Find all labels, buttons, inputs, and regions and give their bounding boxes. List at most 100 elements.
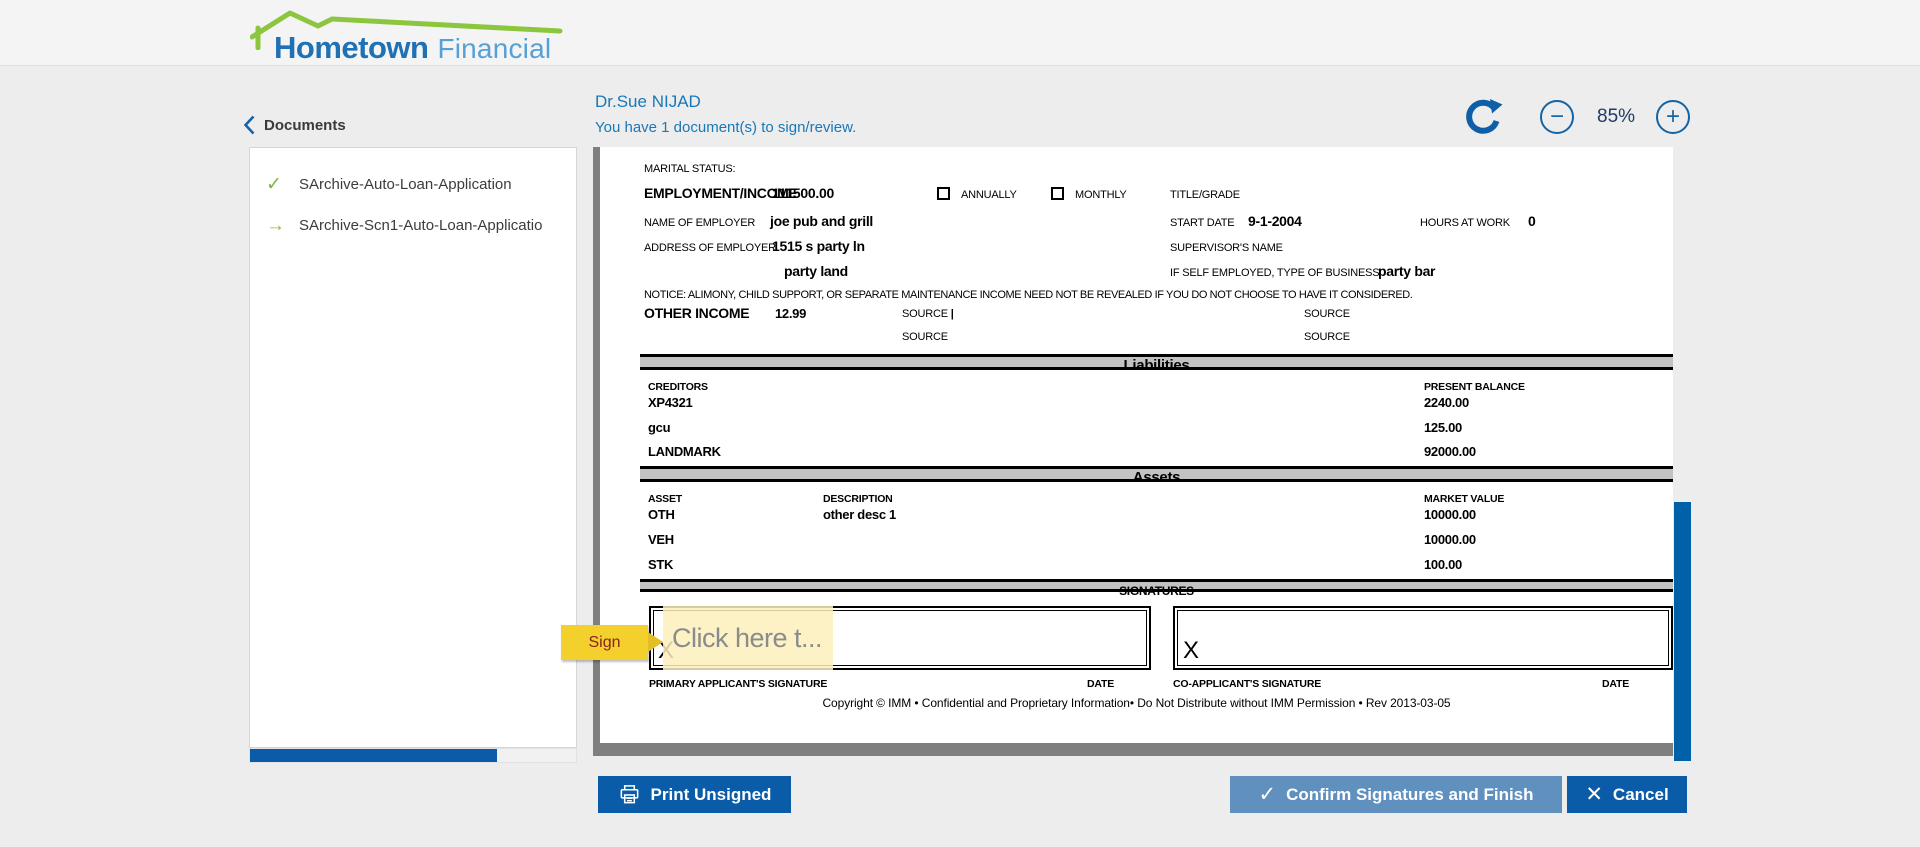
refresh-button[interactable] xyxy=(1462,96,1504,138)
sign-tab-label: Sign xyxy=(588,634,620,652)
zoom-out-button[interactable]: − xyxy=(1540,100,1574,134)
check-icon: ✓ xyxy=(266,173,286,196)
present-balance-header: PRESENT BALANCE xyxy=(1424,381,1525,393)
employer-address-label: ADDRESS OF EMPLOYER xyxy=(644,242,776,254)
self-employed-value: party bar xyxy=(1378,263,1435,279)
chevron-left-icon xyxy=(244,115,255,135)
liability-row-creditor: XP4321 xyxy=(648,395,692,410)
signatures-section-bar: SIGNATURES xyxy=(640,579,1673,592)
co-applicant-signature-box-inner xyxy=(1177,610,1669,666)
signature-placeholder: Click here t... xyxy=(672,623,822,654)
liability-row-creditor: gcu xyxy=(648,420,670,435)
sidebar-scrollbar-thumb[interactable] xyxy=(250,749,497,762)
date-label-1: DATE xyxy=(1087,678,1114,690)
hours-at-work-value: 0 xyxy=(1528,213,1536,229)
asset-row-code: STK xyxy=(648,557,673,572)
date-label-2: DATE xyxy=(1602,678,1629,690)
liability-row-balance: 125.00 xyxy=(1424,420,1462,435)
other-income-value: 12.99 xyxy=(775,306,806,321)
sidebar-scrollbar-track[interactable] xyxy=(249,748,577,763)
monthly-label: MONTHLY xyxy=(1075,189,1127,201)
document-left-border xyxy=(593,147,600,756)
other-income-label: OTHER INCOME xyxy=(644,305,749,321)
asset-row-value: 10000.00 xyxy=(1424,507,1476,522)
sign-review-message: You have 1 document(s) to sign/review. xyxy=(595,119,856,136)
supervisor-label: SUPERVISOR'S NAME xyxy=(1170,242,1283,254)
zoom-level: 85% xyxy=(1597,106,1635,128)
zoom-in-button[interactable]: + xyxy=(1656,100,1690,134)
document-scrollbar-thumb[interactable] xyxy=(1674,502,1691,761)
liability-row-creditor: LANDMARK xyxy=(648,444,721,459)
co-applicant-signature-label: CO-APPLICANT'S SIGNATURE xyxy=(1173,678,1321,690)
market-value-header: MARKET VALUE xyxy=(1424,493,1504,505)
asset-row-value: 100.00 xyxy=(1424,557,1462,572)
employment-income-value: 111500.00 xyxy=(772,185,834,201)
confirm-signatures-label: Confirm Signatures and Finish xyxy=(1286,785,1533,805)
employer-address-line2: party land xyxy=(784,263,848,279)
signature-field[interactable]: Click here t... xyxy=(663,606,833,670)
top-bar: Hometown Financial xyxy=(0,0,1920,66)
print-unsigned-label: Print Unsigned xyxy=(651,785,772,805)
description-header: DESCRIPTION xyxy=(823,493,893,505)
signatures-title: SIGNATURES xyxy=(1119,584,1194,598)
printer-icon xyxy=(618,783,641,806)
documents-title: Documents xyxy=(264,117,346,134)
cancel-label: Cancel xyxy=(1613,785,1669,805)
user-name: Dr.Sue NIJAD xyxy=(595,92,701,112)
start-date-label: START DATE xyxy=(1170,217,1234,229)
minus-icon: − xyxy=(1550,105,1564,129)
document-item-label: SArchive-Scn1-Auto-Loan-Applicatio xyxy=(299,217,542,234)
confirm-signatures-button[interactable]: ✓ Confirm Signatures and Finish xyxy=(1230,776,1562,813)
source-label-4: SOURCE xyxy=(1304,331,1350,343)
primary-signature-label: PRIMARY APPLICANT'S SIGNATURE xyxy=(649,678,827,690)
document-item-label: SArchive-Auto-Loan-Application xyxy=(299,176,512,193)
hours-at-work-label: HOURS AT WORK xyxy=(1420,217,1510,229)
close-icon: ✕ xyxy=(1585,782,1603,807)
source-label-1: SOURCE | xyxy=(902,308,954,320)
assets-title: Assets xyxy=(1133,469,1180,486)
liability-row-balance: 92000.00 xyxy=(1424,444,1476,459)
title-grade-label: TITLE/GRADE xyxy=(1170,189,1240,201)
sign-tab[interactable]: Sign xyxy=(561,625,648,660)
asset-row-value: 10000.00 xyxy=(1424,532,1476,547)
brand-name-secondary: Financial xyxy=(437,33,551,64)
document-item-signed[interactable]: ✓ SArchive-Auto-Loan-Application xyxy=(250,164,576,205)
plus-icon: + xyxy=(1666,105,1680,129)
employer-label: NAME OF EMPLOYER xyxy=(644,217,755,229)
monthly-checkbox xyxy=(1051,187,1064,200)
document-page: MARITAL STATUS: EMPLOYMENT/INCOME 111500… xyxy=(600,147,1673,743)
annually-label: ANNUALLY xyxy=(961,189,1017,201)
liabilities-section-bar: Liabilities xyxy=(640,354,1673,370)
marital-status-label: MARITAL STATUS: xyxy=(644,163,735,175)
print-unsigned-button[interactable]: Print Unsigned xyxy=(598,776,791,813)
arrow-right-icon: → xyxy=(266,215,286,237)
liability-row-balance: 2240.00 xyxy=(1424,395,1469,410)
text-cursor: | xyxy=(951,308,954,320)
employer-value: joe pub and grill xyxy=(770,213,873,229)
asset-header: ASSET xyxy=(648,493,682,505)
creditors-header: CREDITORS xyxy=(648,381,708,393)
annually-checkbox xyxy=(937,187,950,200)
brand-name-primary: Hometown xyxy=(274,30,428,65)
brand-logo: Hometown Financial xyxy=(250,6,610,64)
asset-row-description: other desc 1 xyxy=(823,507,896,522)
cancel-button[interactable]: ✕ Cancel xyxy=(1567,776,1687,813)
source-label-2: SOURCE xyxy=(1304,308,1350,320)
copyright-text: Copyright © IMM • Confidential and Propr… xyxy=(600,696,1673,710)
asset-row-code: OTH xyxy=(648,507,675,522)
asset-row-code: VEH xyxy=(648,532,674,547)
documents-back-header[interactable]: Documents xyxy=(244,115,346,135)
liabilities-title: Liabilities xyxy=(1124,357,1190,374)
document-item-current[interactable]: → SArchive-Scn1-Auto-Loan-Applicatio xyxy=(250,205,576,246)
brand-name: Hometown Financial xyxy=(274,30,551,66)
source-label-3: SOURCE xyxy=(902,331,948,343)
document-bottom-border xyxy=(593,743,1673,756)
co-applicant-signature-box xyxy=(1173,606,1673,670)
employer-address-value: 1515 s party ln xyxy=(772,238,865,254)
documents-list: ✓ SArchive-Auto-Loan-Application → SArch… xyxy=(249,147,577,748)
start-date-value: 9-1-2004 xyxy=(1248,213,1302,229)
assets-section-bar: Assets xyxy=(640,466,1673,482)
co-applicant-x-mark: X xyxy=(1183,637,1199,665)
app: Hometown Financial Documents ✓ SArchive-A… xyxy=(0,0,1920,847)
notice-text: NOTICE: ALIMONY, CHILD SUPPORT, OR SEPAR… xyxy=(644,289,1412,301)
